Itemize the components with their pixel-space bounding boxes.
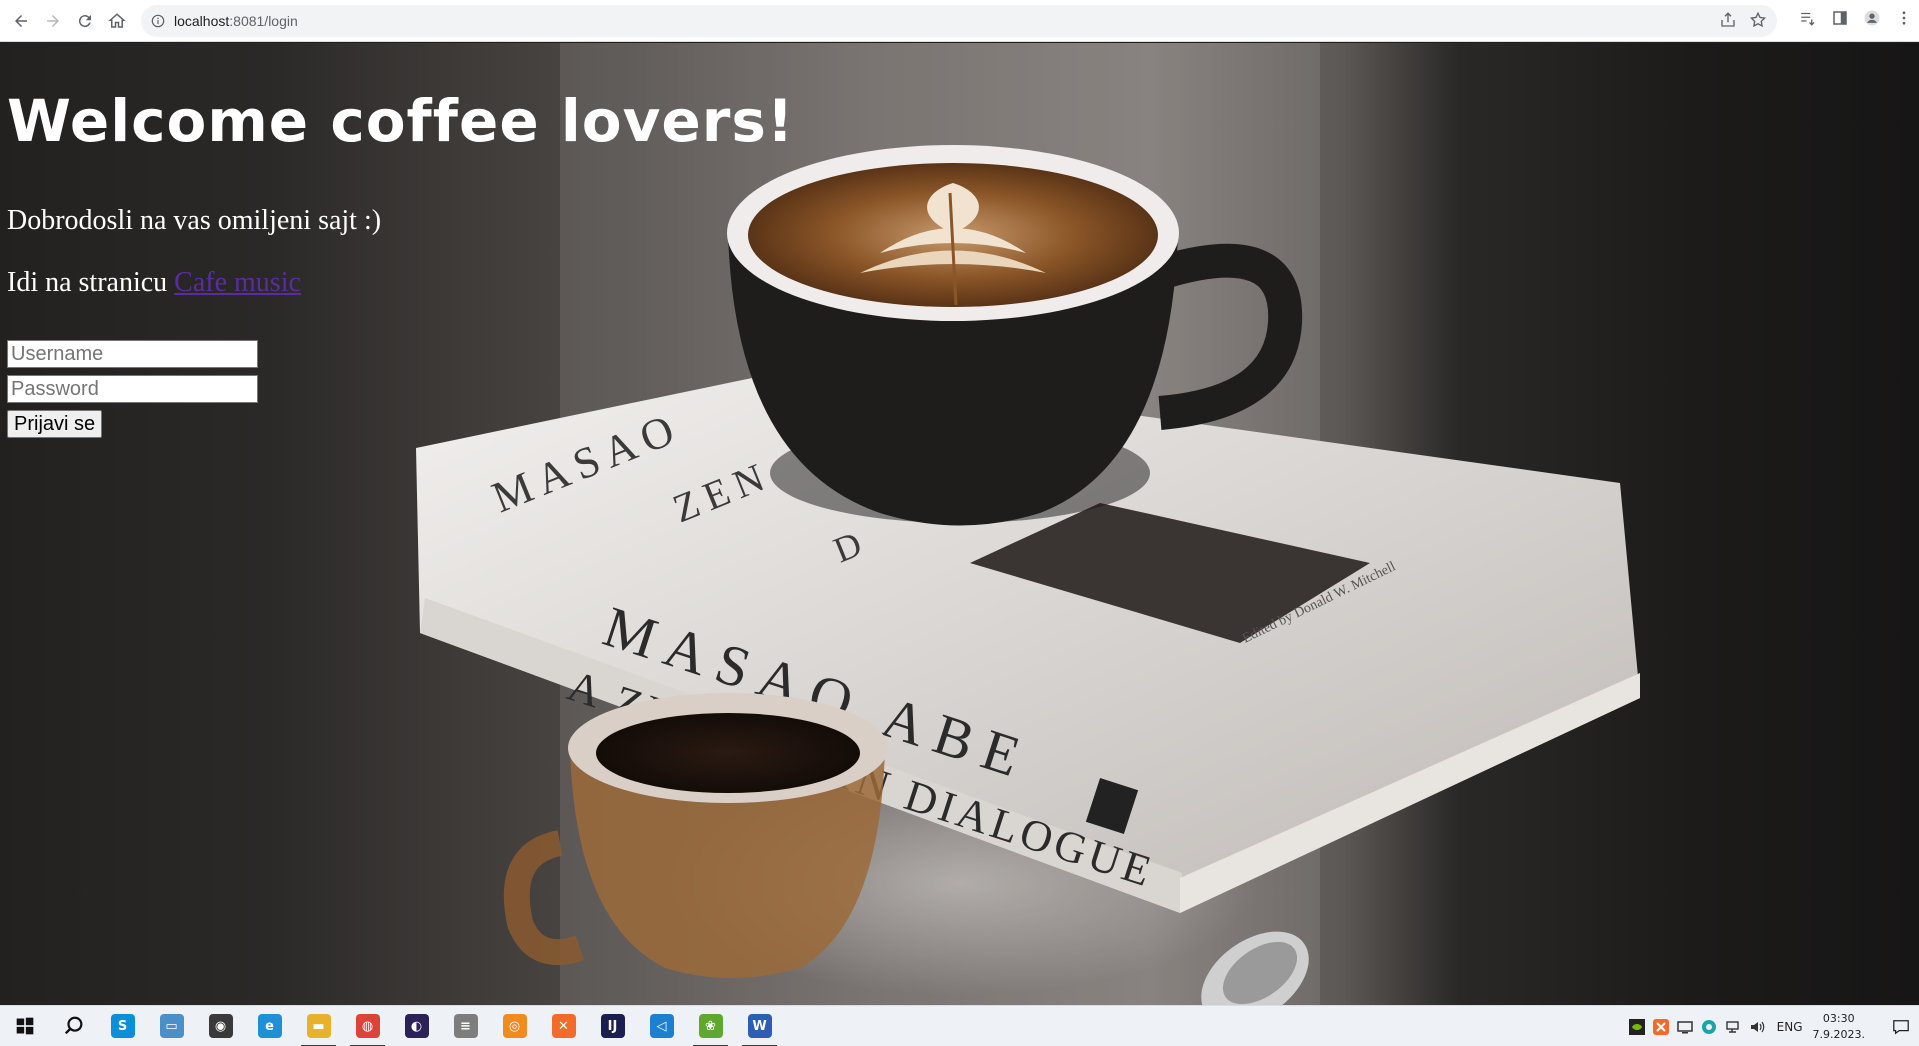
taskbar-app-chrome[interactable]: ◍ [343, 1006, 392, 1046]
taskbar-app-spring[interactable]: ❀ [686, 1006, 735, 1046]
notifications-button[interactable] [1883, 1006, 1919, 1046]
reading-list-icon[interactable] [1799, 9, 1817, 27]
taskbar-app-skype[interactable]: S [98, 1006, 147, 1046]
toolbar-actions [1799, 9, 1913, 27]
taskbar-app-file-explorer[interactable]: ▬ [294, 1006, 343, 1046]
home-icon [108, 12, 126, 28]
clock[interactable]: 03:30 7.9.2023. [1813, 1011, 1865, 1043]
arrow-left-icon [15, 14, 27, 27]
reload-button[interactable] [72, 8, 98, 34]
cafe-music-link[interactable]: Cafe music [174, 267, 301, 298]
url-path: :8081/login [229, 13, 298, 29]
edge-icon: e [257, 1014, 282, 1038]
nav-line: Idi na stranicu Cafe music [7, 267, 301, 299]
volume-icon[interactable] [1747, 1017, 1767, 1037]
taskbar-app-edge[interactable]: e [245, 1006, 294, 1046]
omnibox-actions [1719, 11, 1767, 29]
forward-button[interactable] [40, 8, 66, 34]
intellij-icon: IJ [600, 1014, 625, 1038]
blender-icon: ◎ [502, 1014, 527, 1038]
folder-icon: ▬ [306, 1014, 331, 1038]
display-tray-icon[interactable] [1675, 1017, 1695, 1037]
system-tray: ENG 03:30 7.9.2023. [1625, 1006, 1919, 1046]
taskbar-app-eclipse[interactable]: ◐ [392, 1006, 441, 1046]
taskbar-app-camera-app[interactable]: ◉ [196, 1006, 245, 1046]
clock-time: 03:30 [1822, 1011, 1855, 1025]
windows-taskbar: S ▭ ◉ e ▬ ◍ ◐ ≡ ◎ ✕ IJ ◁ ❀ W ENG 03:30 7.9.2023. [0, 1005, 1919, 1046]
xampp-icon: ✕ [551, 1014, 576, 1038]
language-indicator[interactable]: ENG [1777, 1020, 1803, 1034]
welcome-subtitle: Dobrodosli na vas omiljeni sajt :) [7, 205, 382, 236]
taskbar-app-intellij[interactable]: IJ [588, 1006, 637, 1046]
login-form: Prijavi se [7, 340, 258, 438]
nav-prefix: Idi na stranicu [7, 267, 175, 298]
nvidia-icon[interactable] [1627, 1017, 1647, 1037]
username-input[interactable] [7, 340, 258, 368]
edge-tray-icon[interactable] [1699, 1017, 1719, 1037]
reload-icon [78, 14, 91, 27]
share-icon[interactable] [1719, 11, 1737, 29]
kebab-menu-icon[interactable] [1895, 9, 1913, 27]
nav-buttons [8, 8, 130, 34]
database-icon: ≡ [453, 1014, 478, 1038]
bookmark-star-icon[interactable] [1749, 11, 1767, 29]
arrow-right-icon [47, 14, 59, 27]
word-icon: W [747, 1014, 772, 1038]
url-host: localhost [174, 13, 230, 29]
home-button[interactable] [104, 8, 130, 34]
taskbar-app-xampp[interactable]: ✕ [539, 1006, 588, 1046]
clock-date: 7.9.2023. [1812, 1027, 1865, 1041]
spring-icon: ❀ [698, 1014, 723, 1038]
coffee-book-background: MASAO ABE A ZEN LIFE IN DIALOGUE MASAO Z… [416, 43, 1640, 1005]
skype-icon: S [110, 1014, 135, 1038]
vscode-icon: ◁ [649, 1014, 674, 1038]
network-icon[interactable] [1723, 1017, 1743, 1037]
site-info-icon[interactable] [150, 13, 166, 29]
search-icon [64, 1016, 82, 1035]
taskbar-app-computer[interactable]: ▭ [147, 1006, 196, 1046]
notification-icon [1893, 1019, 1909, 1035]
address-bar[interactable]: localhost:8081/login [141, 5, 1777, 37]
chrome-icon: ◍ [355, 1014, 380, 1038]
taskbar-app-database[interactable]: ≡ [441, 1006, 490, 1046]
taskbar-app-blender[interactable]: ◎ [490, 1006, 539, 1046]
xampp-tray-icon[interactable] [1651, 1017, 1671, 1037]
back-button[interactable] [8, 8, 34, 34]
login-button[interactable]: Prijavi se [7, 410, 103, 438]
profile-avatar-icon[interactable] [1863, 9, 1881, 27]
monitor-icon: ▭ [159, 1014, 184, 1038]
taskbar-app-vscode[interactable]: ◁ [637, 1006, 686, 1046]
browser-toolbar: localhost:8081/login [0, 0, 1919, 42]
side-panel-icon[interactable] [1831, 9, 1849, 27]
taskbar-apps: S ▭ ◉ e ▬ ◍ ◐ ≡ ◎ ✕ IJ ◁ ❀ W [98, 1006, 784, 1046]
page-viewport: MASAO ABE A ZEN LIFE IN DIALOGUE MASAO Z… [0, 43, 1919, 1005]
windows-logo-icon [16, 1017, 33, 1035]
camera-icon: ◉ [208, 1014, 233, 1038]
url-text[interactable]: localhost:8081/login [174, 13, 298, 29]
start-button[interactable] [0, 1006, 49, 1046]
eclipse-icon: ◐ [404, 1014, 429, 1038]
page-title: Welcome coffee lovers! [7, 87, 795, 155]
taskbar-app-word[interactable]: W [735, 1006, 784, 1046]
taskbar-search-button[interactable] [49, 1006, 98, 1046]
password-input[interactable] [7, 375, 258, 403]
